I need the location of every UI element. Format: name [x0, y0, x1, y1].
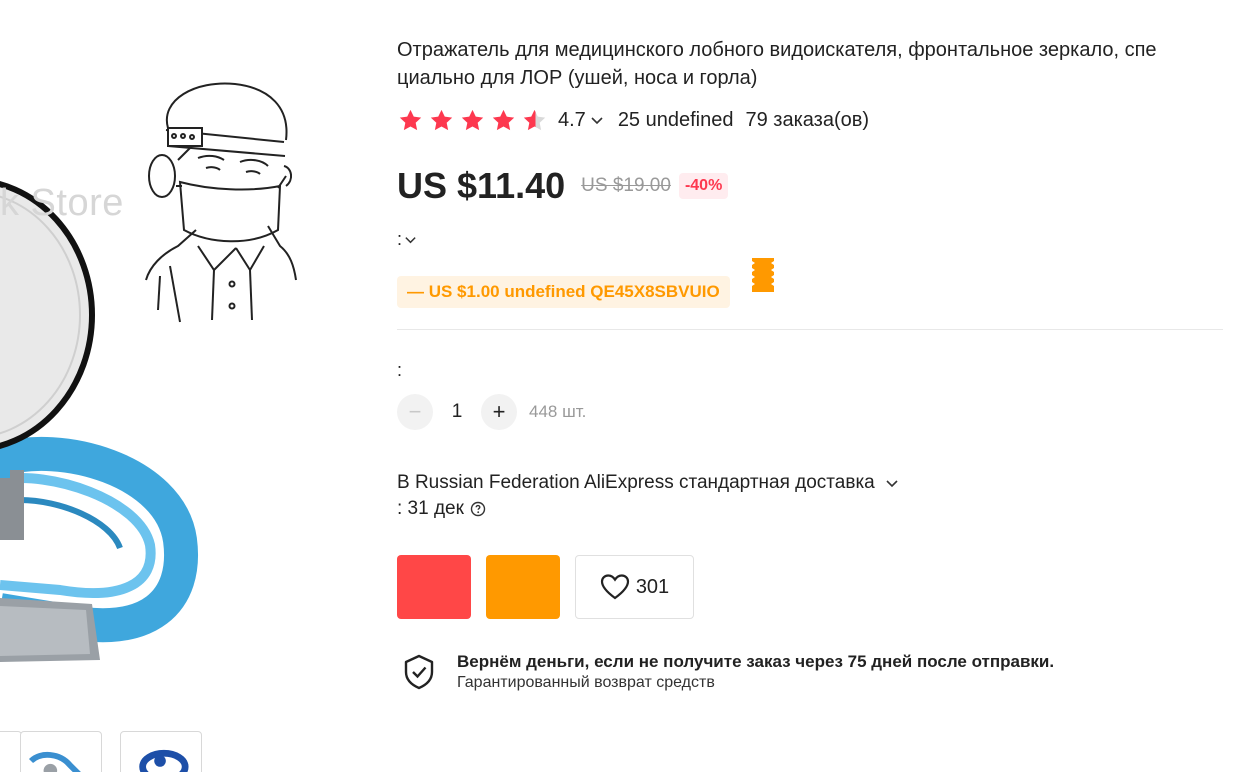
wishlist-count: 301	[635, 575, 670, 598]
product-gallery: k Store	[0, 0, 380, 772]
increase-quantity-button[interactable]: +	[481, 394, 517, 430]
section-divider	[397, 329, 1223, 330]
heart-icon	[600, 574, 629, 600]
star-rating	[397, 107, 548, 134]
sku-selector[interactable]: :	[397, 229, 417, 250]
guarantee-title: Вернём деньги, если не получите заказ че…	[457, 652, 1055, 671]
quantity-stepper: − 1 + 448 шт.	[397, 394, 586, 430]
sku-label: :	[397, 229, 403, 249]
reviews-count[interactable]: 25 undefined	[618, 109, 734, 132]
gallery-thumbnail[interactable]	[120, 731, 202, 772]
coupon-code-badge[interactable]: — US $1.00 undefined QE45X8SBVUIO	[397, 276, 730, 308]
delivery-estimate: : 31 дек	[397, 496, 899, 522]
star-icon	[430, 109, 453, 130]
rating-value[interactable]: 4.7	[558, 109, 586, 132]
rating-summary: 4.7 25 undefined 79 заказа(ов)	[397, 106, 869, 134]
discount-badge: -40%	[678, 173, 729, 199]
star-icon	[461, 109, 484, 130]
delivery-date: : 31 дек	[397, 498, 464, 519]
star-icon	[399, 109, 422, 130]
chevron-down-icon[interactable]	[590, 113, 604, 127]
help-circle-icon[interactable]	[470, 501, 486, 517]
gallery-thumbnail[interactable]	[0, 731, 22, 772]
star-half-icon	[523, 109, 546, 130]
quantity-label: :	[397, 360, 403, 380]
original-price: US $19.00	[581, 175, 671, 196]
decrease-quantity-button[interactable]: −	[397, 394, 433, 430]
quantity-input[interactable]: 1	[433, 401, 481, 423]
star-icon	[492, 109, 515, 130]
gallery-thumbnail[interactable]	[20, 731, 102, 772]
orders-count: 79 заказа(ов)	[745, 108, 870, 131]
coupon-ticket-icon[interactable]	[752, 258, 774, 292]
buy-now-button[interactable]	[397, 555, 471, 619]
shipping-method: В Russian Federation AliExpress стандарт…	[397, 472, 875, 493]
current-price: US $11.40	[397, 165, 566, 206]
price-block: US $11.40 US $19.00 -40%	[397, 164, 729, 208]
main-product-image[interactable]	[0, 60, 330, 680]
chevron-down-icon[interactable]	[885, 476, 899, 490]
shipping-method-selector[interactable]: В Russian Federation AliExpress стандарт…	[397, 470, 899, 496]
stock-available: 448 шт.	[529, 402, 587, 421]
buyer-protection: Вернём деньги, если не получите заказ че…	[403, 652, 1054, 694]
shipping-info: В Russian Federation AliExpress стандарт…	[397, 470, 899, 522]
wishlist-button[interactable]: 301	[575, 555, 694, 619]
product-title: Отражатель для медицинского лобного видо…	[397, 39, 1157, 89]
add-to-cart-button[interactable]	[486, 555, 560, 619]
chevron-down-icon[interactable]	[404, 233, 417, 246]
shield-check-icon	[404, 654, 434, 690]
store-watermark: k Store	[0, 182, 124, 224]
guarantee-subtitle: Гарантированный возврат средств	[457, 674, 715, 691]
